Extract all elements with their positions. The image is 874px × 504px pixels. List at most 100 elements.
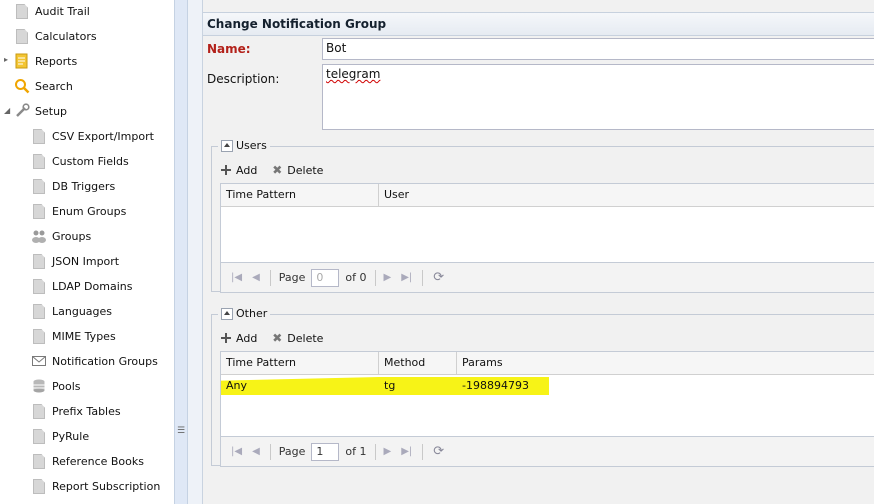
document-icon <box>14 28 30 44</box>
plus-icon <box>220 332 232 344</box>
sidebar-item-notification-groups[interactable]: Notification Groups <box>31 352 158 370</box>
expand-arrow-icon[interactable]: ▸ <box>4 55 8 64</box>
sidebar-item-languages[interactable]: Languages <box>31 302 112 320</box>
sidebar-item-label: Languages <box>52 304 113 318</box>
sidebar-item-groups[interactable]: Groups <box>31 227 91 245</box>
first-page-icon[interactable]: |◀ <box>231 446 242 457</box>
sidebar-item-csv-export-import[interactable]: CSV Export/Import <box>31 127 154 145</box>
name-field[interactable]: Bot <box>322 38 874 60</box>
document-icon <box>31 328 47 344</box>
reports-folder-icon <box>14 53 30 69</box>
users-add-button[interactable]: Add <box>220 164 257 177</box>
column-header-user[interactable]: User <box>379 184 874 206</box>
last-page-icon[interactable]: ▶| <box>401 446 412 457</box>
last-page-icon[interactable]: ▶| <box>401 272 412 283</box>
users-fieldset: Users Add ✖ Delete Time Pattern User |◀ … <box>211 139 874 293</box>
other-grid-header: Time Pattern Method Params <box>221 352 874 375</box>
sidebar-item-calculators[interactable]: Calculators <box>14 27 97 45</box>
document-icon <box>31 153 47 169</box>
refresh-icon[interactable]: ⟳ <box>433 444 444 459</box>
sidebar-item-reports[interactable]: Reports <box>14 52 77 70</box>
column-header-method[interactable]: Method <box>379 352 457 374</box>
sidebar-item-ldap-domains[interactable]: LDAP Domains <box>31 277 132 295</box>
column-header-params[interactable]: Params <box>457 352 874 374</box>
name-label: Name: <box>207 42 251 56</box>
page-label: Page <box>278 445 306 458</box>
sidebar-item-label: Calculators <box>35 29 97 43</box>
sidebar-item-label: Setup <box>35 104 68 118</box>
sidebar-item-custom-fields[interactable]: Custom Fields <box>31 152 129 170</box>
collapse-arrow-icon[interactable]: ◢ <box>4 106 10 115</box>
divider <box>374 269 376 286</box>
page-number-input[interactable]: 0 <box>311 268 340 287</box>
other-fieldset: Other Add ✖ Delete Time Pattern Method P… <box>211 307 874 467</box>
prev-page-icon[interactable]: ◀ <box>252 272 260 283</box>
description-value: telegram <box>326 67 381 81</box>
page-number-input[interactable]: 1 <box>311 442 340 461</box>
other-add-button[interactable]: Add <box>220 332 257 345</box>
cell-time-pattern: Any <box>226 379 248 392</box>
document-icon <box>31 203 47 219</box>
document-icon <box>31 278 47 294</box>
sidebar-item-pyrule[interactable]: PyRule <box>31 427 89 445</box>
next-page-icon[interactable]: ▶ <box>384 272 392 283</box>
collapse-toggle-icon[interactable] <box>221 307 233 320</box>
splitter-grip-icon: ☰ <box>177 426 186 436</box>
form-header: Change Notification Group <box>203 12 874 36</box>
delete-x-icon: ✖ <box>272 331 283 345</box>
document-icon <box>31 178 47 194</box>
notification-group-form: Change Notification Group Name: Bot Desc… <box>203 0 874 504</box>
add-label: Add <box>236 163 258 177</box>
sidebar-item-enum-groups[interactable]: Enum Groups <box>31 202 126 220</box>
other-grid: Time Pattern Method Params Any tg -19889… <box>220 351 874 437</box>
sidebar-item-json-import[interactable]: JSON Import <box>31 252 119 270</box>
sidebar-item-audit-trail[interactable]: Audit Trail <box>14 2 90 20</box>
cell-method: tg <box>384 379 396 392</box>
sidebar-item-report-subscription[interactable]: Report Subscription <box>31 477 160 495</box>
column-header-time-pattern[interactable]: Time Pattern <box>221 352 379 374</box>
navigation-sidebar: ▸ ◢ Audit Trail Calculators Reports Sear… <box>0 0 174 504</box>
sidebar-item-label: LDAP Domains <box>52 279 133 293</box>
sidebar-item-label: Enum Groups <box>52 204 127 218</box>
database-icon <box>31 378 47 394</box>
sidebar-item-mime-types[interactable]: MIME Types <box>31 327 116 345</box>
users-legend: Users <box>218 139 270 152</box>
sidebar-item-label: MIME Types <box>52 329 116 343</box>
cell-params: -198894793 <box>462 379 529 392</box>
sidebar-item-label: Pools <box>52 379 81 393</box>
sidebar-splitter[interactable]: ☰ <box>174 0 188 504</box>
sidebar-item-prefix-tables[interactable]: Prefix Tables <box>31 402 121 420</box>
sidebar-item-db-triggers[interactable]: DB Triggers <box>31 177 115 195</box>
column-header-time-pattern[interactable]: Time Pattern <box>221 184 379 206</box>
sidebar-item-reference-books[interactable]: Reference Books <box>31 452 144 470</box>
first-page-icon[interactable]: |◀ <box>231 272 242 283</box>
divider <box>422 269 424 286</box>
divider <box>269 269 271 286</box>
description-field[interactable]: telegram <box>322 64 874 130</box>
sidebar-item-pools[interactable]: Pools <box>31 377 81 395</box>
envelope-icon <box>31 353 47 369</box>
prev-page-icon[interactable]: ◀ <box>252 446 260 457</box>
table-row[interactable]: Any tg -198894793 <box>221 374 874 398</box>
sidebar-item-label: CSV Export/Import <box>52 129 154 143</box>
refresh-icon[interactable]: ⟳ <box>433 270 444 285</box>
other-legend-label: Other <box>236 307 268 320</box>
users-toolbar: Add ✖ Delete <box>220 159 874 181</box>
users-grid-header: Time Pattern User <box>221 184 874 207</box>
other-delete-button[interactable]: ✖ Delete <box>271 332 323 345</box>
users-delete-button[interactable]: ✖ Delete <box>271 164 323 177</box>
next-page-icon[interactable]: ▶ <box>384 446 392 457</box>
document-icon <box>31 128 47 144</box>
wrench-icon <box>14 103 30 119</box>
document-icon <box>14 3 30 19</box>
collapse-toggle-icon[interactable] <box>221 139 233 152</box>
page-count-label: of 0 <box>345 271 367 284</box>
sidebar-item-search[interactable]: Search <box>14 77 73 95</box>
description-label: Description: <box>207 72 280 86</box>
sidebar-item-label: Report Subscription <box>52 479 161 493</box>
users-grid: Time Pattern User <box>220 183 874 263</box>
sidebar-item-label: Reference Books <box>52 454 144 468</box>
page-title: Change Notification Group <box>207 17 387 31</box>
other-legend: Other <box>218 307 271 320</box>
sidebar-item-setup[interactable]: Setup <box>14 102 67 120</box>
